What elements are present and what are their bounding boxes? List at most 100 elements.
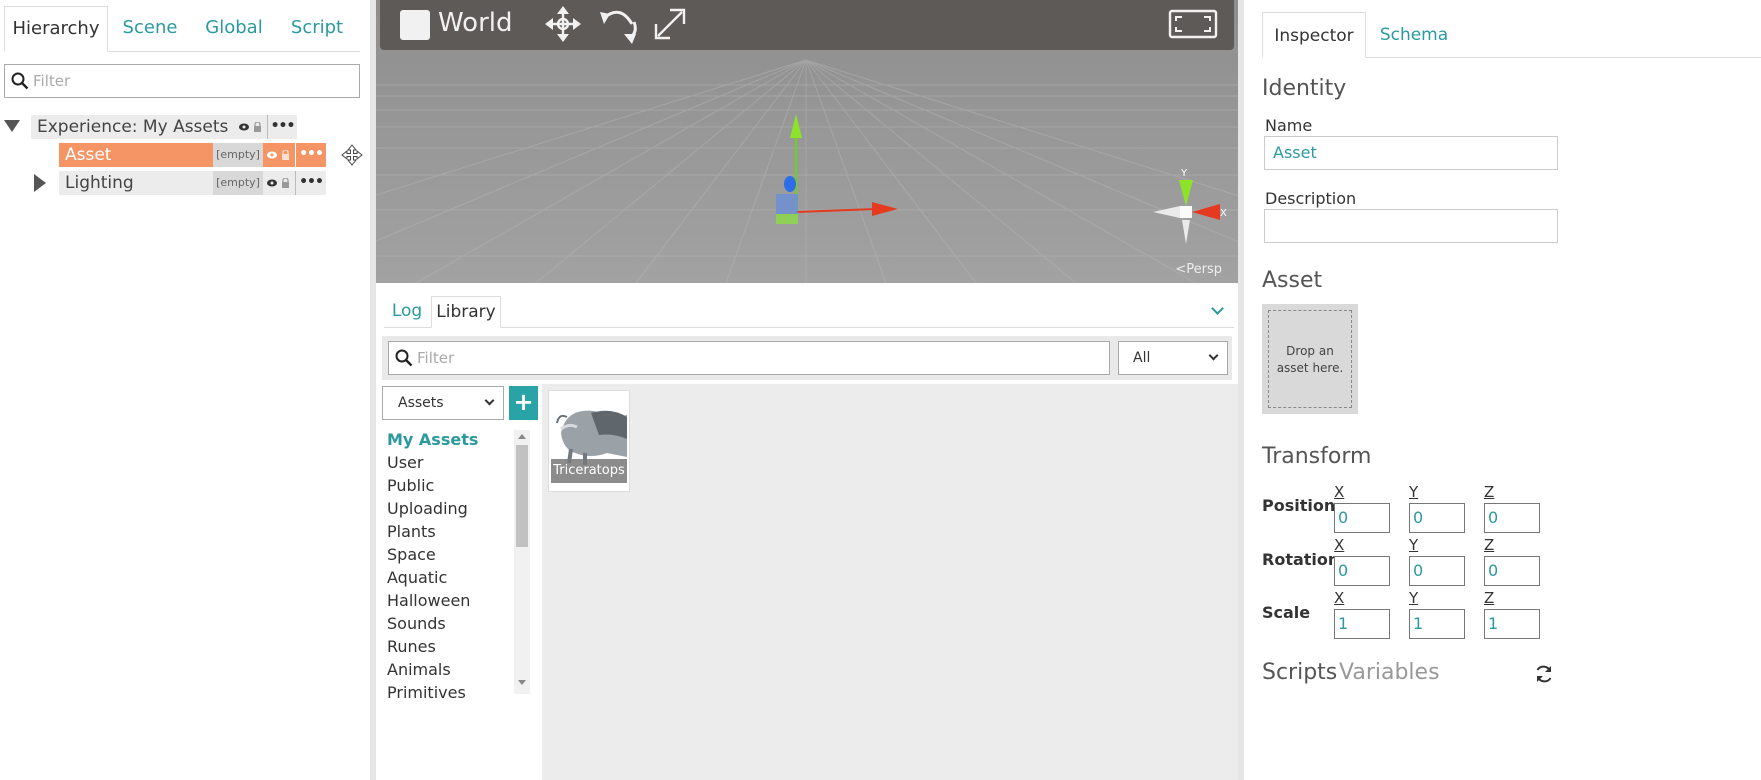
tab-library[interactable]: Library xyxy=(431,296,501,328)
category-item[interactable]: User xyxy=(387,451,423,474)
rotation-y-input[interactable]: 0 xyxy=(1409,556,1465,586)
more-icon[interactable]: ••• xyxy=(295,171,326,195)
asset-drop-zone[interactable]: Drop an asset here. xyxy=(1262,304,1358,414)
tab-global[interactable]: Global xyxy=(194,6,274,52)
tree-row-asset[interactable]: Asset [empty] ••• xyxy=(0,143,330,167)
scene-viewport[interactable]: Y X World <Persp xyxy=(376,0,1238,283)
asset-heading: Asset xyxy=(1262,268,1323,293)
source-select-value: Assets xyxy=(398,395,444,411)
drop-zone-text: Drop an asset here. xyxy=(1268,310,1352,408)
scrollbar-thumb[interactable] xyxy=(516,445,528,547)
transform-heading: Transform xyxy=(1262,444,1372,469)
type-filter-select[interactable]: All xyxy=(1118,341,1228,375)
scale-z-input[interactable]: 1 xyxy=(1484,609,1540,639)
axis-z-label: Z xyxy=(1484,536,1495,554)
position-label: Position xyxy=(1262,496,1336,515)
visibility-lock-icons[interactable] xyxy=(263,143,295,167)
position-y-input[interactable]: 0 xyxy=(1409,503,1465,533)
chevron-down-icon xyxy=(1208,350,1219,361)
category-item[interactable]: Primitives xyxy=(387,681,466,704)
description-label: Description xyxy=(1265,189,1357,208)
asset-grid: Triceratops xyxy=(542,384,1238,780)
caret-down-icon[interactable] xyxy=(4,120,20,134)
category-item[interactable]: Space xyxy=(387,543,436,566)
more-icon[interactable]: ••• xyxy=(295,143,326,167)
add-asset-button[interactable]: + xyxy=(509,386,538,420)
viewport-toolbar: World xyxy=(380,0,1234,50)
view-axis-gizmo[interactable]: Y X xyxy=(1152,166,1232,248)
inspector-tabs: Inspector Schema xyxy=(1262,12,1561,58)
rotation-label: Rotation xyxy=(1262,550,1340,569)
scale-y-input[interactable]: 1 xyxy=(1409,609,1465,639)
visibility-lock-icons[interactable] xyxy=(263,171,295,195)
library-filter-input[interactable] xyxy=(417,346,1097,370)
library-search-bar: All xyxy=(382,336,1232,380)
scale-label: Scale xyxy=(1262,603,1311,622)
empty-tag: [empty] xyxy=(213,171,263,195)
category-item[interactable]: Runes xyxy=(387,635,436,658)
tab-schema[interactable]: Schema xyxy=(1374,12,1454,58)
eye-lock-icon xyxy=(267,178,289,188)
library-tabs: Log Library xyxy=(384,296,1234,328)
tree-row-experience[interactable]: Experience: My Assets ••• xyxy=(0,115,300,139)
move-tool-icon[interactable] xyxy=(544,5,582,43)
tab-hierarchy[interactable]: Hierarchy xyxy=(4,6,108,52)
eye-lock-icon xyxy=(267,150,289,160)
camera-mode-label[interactable]: <Persp xyxy=(1175,262,1222,277)
hierarchy-panel: Hierarchy Scene Global Script Experience… xyxy=(0,0,370,780)
eye-lock-icon xyxy=(239,122,261,132)
hierarchy-filter-input[interactable] xyxy=(33,69,353,93)
axis-y-label: Y xyxy=(1409,536,1419,554)
scroll-down-icon[interactable] xyxy=(518,680,526,685)
rotation-x-input[interactable]: 0 xyxy=(1334,556,1390,586)
scale-tool-icon[interactable] xyxy=(652,6,688,42)
name-label: Name xyxy=(1265,116,1313,135)
world-checkbox[interactable] xyxy=(400,10,430,40)
category-item[interactable]: Aquatic xyxy=(387,566,447,589)
tab-inspector[interactable]: Inspector xyxy=(1262,12,1366,58)
more-icon[interactable]: ••• xyxy=(267,115,297,139)
scroll-up-icon[interactable] xyxy=(518,434,526,439)
back-arrow-icon: < xyxy=(1175,262,1187,277)
tab-scene[interactable]: Scene xyxy=(112,6,188,52)
move-cursor-icon xyxy=(341,144,363,166)
fullscreen-icon[interactable] xyxy=(1168,9,1218,39)
category-item[interactable]: My Assets xyxy=(387,428,478,451)
rotate-tool-icon[interactable] xyxy=(598,4,642,44)
visibility-lock-icons[interactable] xyxy=(235,115,267,139)
asset-card[interactable]: Triceratops xyxy=(548,390,630,492)
tab-variables[interactable]: Variables xyxy=(1339,660,1440,685)
scale-x-input[interactable]: 1 xyxy=(1334,609,1390,639)
gizmo-x-label: X xyxy=(1220,208,1227,219)
inspector-panel: Inspector Schema Identity Name Asset Des… xyxy=(1244,0,1761,780)
tree-node-label: Lighting xyxy=(59,171,213,195)
name-field[interactable]: Asset xyxy=(1264,136,1558,170)
source-select[interactable]: Assets xyxy=(382,386,504,420)
category-item[interactable]: Halloween xyxy=(387,589,470,612)
tab-log[interactable]: Log xyxy=(384,296,430,328)
description-field[interactable] xyxy=(1264,209,1558,243)
tree-row-lighting[interactable]: Lighting [empty] ••• xyxy=(0,171,330,195)
rotation-z-input[interactable]: 0 xyxy=(1484,556,1540,586)
refresh-icon[interactable] xyxy=(1534,664,1554,684)
tab-script[interactable]: Script xyxy=(282,6,352,52)
caret-right-icon[interactable] xyxy=(34,174,46,192)
category-item[interactable]: Uploading xyxy=(387,497,468,520)
tab-scripts[interactable]: Scripts xyxy=(1262,660,1337,685)
position-x-input[interactable]: 0 xyxy=(1334,503,1390,533)
axis-x-label: X xyxy=(1334,536,1345,554)
category-item[interactable]: Sounds xyxy=(387,612,446,635)
axis-x-label: X xyxy=(1334,589,1345,607)
category-item[interactable]: Public xyxy=(387,474,434,497)
hierarchy-tabs: Hierarchy Scene Global Script xyxy=(4,6,360,52)
category-item[interactable]: Animals xyxy=(387,658,451,681)
world-label: World xyxy=(438,8,513,38)
axis-y-label: Y xyxy=(1409,483,1419,501)
axis-z-label: Z xyxy=(1484,483,1495,501)
position-z-input[interactable]: 0 xyxy=(1484,503,1540,533)
transform-gizmo[interactable] xyxy=(766,108,906,232)
camera-mode-text: Persp xyxy=(1186,262,1222,277)
category-item[interactable]: Plants xyxy=(387,520,436,543)
library-filter xyxy=(388,341,1110,375)
gizmo-y-label: Y xyxy=(1180,168,1188,179)
